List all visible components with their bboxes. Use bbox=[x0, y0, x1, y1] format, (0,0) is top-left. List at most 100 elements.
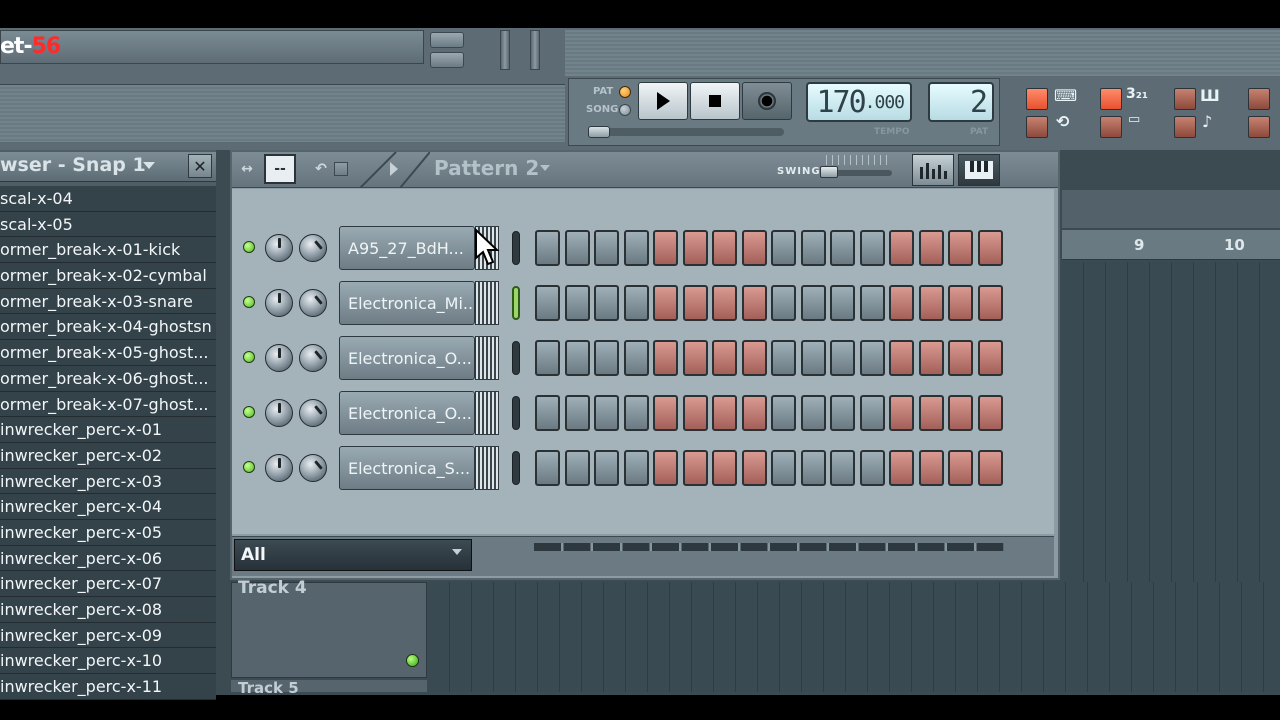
channel-volume-knob[interactable] bbox=[265, 454, 293, 482]
step-button[interactable] bbox=[977, 230, 1003, 266]
step-button[interactable] bbox=[977, 340, 1003, 376]
step-button[interactable] bbox=[771, 395, 796, 431]
countdown-icon[interactable]: 3₂₁ bbox=[1126, 86, 1148, 102]
step-button[interactable] bbox=[889, 395, 914, 431]
step-button[interactable] bbox=[977, 395, 1003, 431]
channel-name-button[interactable]: Electronica_O... bbox=[339, 336, 475, 380]
channel-grip[interactable] bbox=[475, 446, 499, 490]
channel-pan-knob[interactable] bbox=[299, 454, 327, 482]
toolbar-small-button-2[interactable] bbox=[430, 52, 464, 68]
browser-item[interactable]: ormer_break-x-06-ghost... bbox=[0, 365, 216, 392]
step-button[interactable] bbox=[948, 285, 973, 321]
step-button[interactable] bbox=[741, 340, 767, 376]
step-button[interactable] bbox=[800, 340, 826, 376]
step-button[interactable] bbox=[948, 395, 973, 431]
undo-icon[interactable]: ↶ bbox=[310, 154, 332, 184]
browser-item[interactable]: ormer_break-x-04-ghostsn bbox=[0, 314, 216, 341]
close-small-icon[interactable] bbox=[334, 162, 348, 176]
channel-volume-knob[interactable] bbox=[265, 289, 293, 317]
step-button[interactable] bbox=[859, 340, 885, 376]
channel-select-indicator[interactable] bbox=[512, 286, 520, 320]
wait-input-button[interactable] bbox=[1026, 116, 1048, 138]
step-button[interactable] bbox=[594, 285, 619, 321]
step-button[interactable] bbox=[771, 230, 796, 266]
channel-volume-knob[interactable] bbox=[265, 234, 293, 262]
step-button[interactable] bbox=[741, 285, 767, 321]
blend-icon[interactable]: ⟲ bbox=[1056, 112, 1069, 131]
typing-keyboard-icon[interactable]: ⌨ bbox=[1054, 86, 1077, 105]
step-button[interactable] bbox=[623, 285, 649, 321]
channel-select-indicator[interactable] bbox=[512, 451, 520, 485]
extra-button-2[interactable] bbox=[1248, 116, 1270, 138]
step-button[interactable] bbox=[977, 285, 1003, 321]
step-button[interactable] bbox=[682, 285, 708, 321]
step-button[interactable] bbox=[800, 450, 826, 486]
step-button[interactable] bbox=[653, 450, 678, 486]
step-button[interactable] bbox=[712, 285, 737, 321]
step-button[interactable] bbox=[594, 340, 619, 376]
browser-item[interactable]: inwrecker_perc-x-08 bbox=[0, 597, 216, 623]
step-button[interactable] bbox=[712, 450, 737, 486]
loop-record-button[interactable] bbox=[1174, 116, 1196, 138]
browser-item[interactable]: ormer_break-x-05-ghost... bbox=[0, 340, 216, 366]
channel-mute-led[interactable] bbox=[243, 461, 255, 473]
step-button[interactable] bbox=[712, 395, 737, 431]
channel-select-indicator[interactable] bbox=[512, 231, 520, 265]
channel-grip[interactable] bbox=[475, 391, 499, 435]
channel-select-indicator[interactable] bbox=[512, 396, 520, 430]
channel-name-button[interactable]: Electronica_S... bbox=[339, 446, 475, 490]
step-button[interactable] bbox=[623, 450, 649, 486]
browser-item[interactable]: ormer_break-x-07-ghost... bbox=[0, 391, 216, 418]
channel-pan-knob[interactable] bbox=[299, 399, 327, 427]
stop-button[interactable] bbox=[690, 82, 740, 120]
step-button[interactable] bbox=[859, 450, 885, 486]
channel-filter-select[interactable]: All bbox=[234, 539, 472, 571]
step-button[interactable] bbox=[653, 230, 678, 266]
step-button[interactable] bbox=[830, 230, 855, 266]
step-button[interactable] bbox=[918, 230, 944, 266]
browser-item[interactable]: scal-x-05 bbox=[0, 211, 216, 238]
step-button[interactable] bbox=[682, 230, 708, 266]
channel-mute-led[interactable] bbox=[243, 296, 255, 308]
channel-pan-knob[interactable] bbox=[299, 289, 327, 317]
step-button[interactable] bbox=[771, 340, 796, 376]
browser-item[interactable]: inwrecker_perc-x-09 bbox=[0, 622, 216, 649]
step-button[interactable] bbox=[830, 395, 855, 431]
song-position-track[interactable] bbox=[588, 128, 784, 136]
step-button[interactable] bbox=[859, 395, 885, 431]
step-button[interactable] bbox=[977, 450, 1003, 486]
channel-pan-knob[interactable] bbox=[299, 344, 327, 372]
track-4-mute-led[interactable] bbox=[406, 654, 419, 667]
step-button[interactable] bbox=[564, 450, 590, 486]
channel-volume-knob[interactable] bbox=[265, 399, 293, 427]
main-volume-slider[interactable] bbox=[500, 30, 510, 70]
piano-plus-icon[interactable]: Ш bbox=[1200, 86, 1220, 105]
channel-mute-led[interactable] bbox=[243, 406, 255, 418]
step-button[interactable] bbox=[535, 395, 560, 431]
channel-name-button[interactable]: A95_27_BdH... bbox=[339, 226, 475, 270]
step-button[interactable] bbox=[830, 340, 855, 376]
browser-item[interactable]: ormer_break-x-02-cymbal bbox=[0, 263, 216, 289]
channel-grip[interactable] bbox=[475, 281, 499, 325]
channel-mute-led[interactable] bbox=[243, 241, 255, 253]
channel-options-button[interactable]: -- bbox=[264, 154, 296, 184]
step-button[interactable] bbox=[830, 285, 855, 321]
swing-slider-handle[interactable] bbox=[820, 166, 838, 178]
song-mode-led[interactable] bbox=[619, 104, 631, 116]
step-button[interactable] bbox=[918, 340, 944, 376]
song-title-field[interactable] bbox=[0, 30, 424, 64]
channel-select-indicator[interactable] bbox=[512, 341, 520, 375]
main-pitch-slider[interactable] bbox=[530, 30, 540, 70]
browser-item[interactable]: scal-x-04 bbox=[0, 186, 216, 212]
channel-name-button[interactable]: Electronica_O... bbox=[339, 391, 475, 435]
note-icon[interactable]: ♪ bbox=[1202, 112, 1212, 131]
step-button[interactable] bbox=[800, 285, 826, 321]
tempo-display[interactable]: 170.000 bbox=[806, 82, 912, 122]
step-button[interactable] bbox=[889, 285, 914, 321]
step-button[interactable] bbox=[800, 395, 826, 431]
step-button[interactable] bbox=[594, 450, 619, 486]
filter-caret-icon[interactable] bbox=[452, 549, 462, 555]
step-edit-button[interactable] bbox=[1100, 116, 1122, 138]
arrows-icon[interactable]: ↔ bbox=[236, 154, 258, 184]
pattern-caret-icon[interactable] bbox=[540, 165, 550, 171]
